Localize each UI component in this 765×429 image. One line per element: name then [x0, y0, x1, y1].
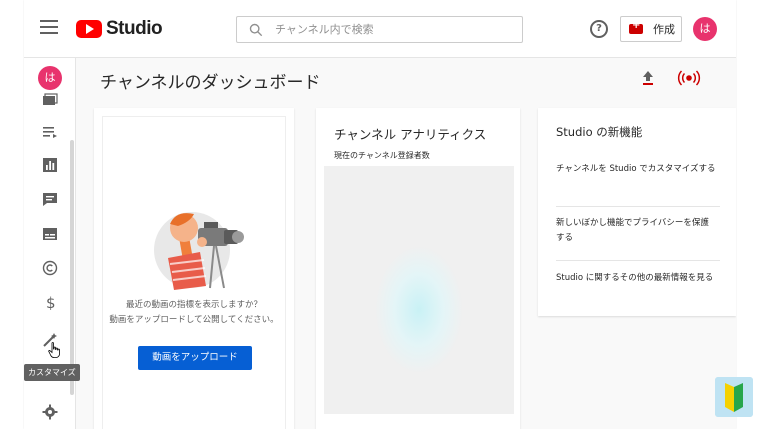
upload-prompt: 最近の動画の指標を表示しますか？ 動画をアップロードして公開してください。 [94, 298, 294, 328]
subtitles-icon[interactable] [42, 226, 58, 242]
divider [556, 206, 720, 207]
beginner-mark-icon [715, 377, 753, 417]
svg-text:$: $ [46, 294, 56, 310]
camera-operator-illustration [154, 212, 244, 290]
customize-tooltip: カスタマイズ [24, 364, 80, 381]
settings-icon[interactable] [42, 404, 58, 420]
upload-prompt-line2: 動画をアップロードして公開してください。 [109, 315, 279, 325]
account-avatar[interactable]: は [693, 17, 717, 41]
create-video-icon [629, 20, 643, 34]
sidebar: は $ カスタマイズ [24, 58, 80, 429]
top-bar: Studio ? 作成 は [24, 0, 736, 58]
create-label: 作成 [653, 23, 675, 36]
search-box[interactable] [236, 16, 523, 43]
hand-cursor-icon [48, 342, 60, 358]
monetization-icon[interactable]: $ [42, 294, 58, 310]
page-title: チャンネルのダッシュボード [100, 73, 321, 93]
screen: Studio ? 作成 は は [0, 0, 765, 429]
upload-prompt-line1: 最近の動画の指標を表示しますか？ [125, 300, 262, 310]
create-button[interactable]: 作成 [620, 16, 682, 42]
go-live-icon[interactable] [674, 66, 704, 90]
upload-video-button[interactable]: 動画をアップロード [138, 346, 252, 370]
blurred-analytics-content [324, 166, 514, 414]
analytics-title: チャンネル アナリティクス [334, 127, 487, 142]
news-title: Studio の新機能 [556, 125, 643, 139]
analytics-icon[interactable] [42, 157, 58, 173]
copyright-icon[interactable] [42, 260, 58, 276]
subscriber-count-label: 現在のチャンネル登録者数 [334, 151, 430, 160]
help-icon[interactable]: ? [590, 20, 608, 38]
channel-avatar[interactable]: は [38, 66, 62, 90]
news-item-customize[interactable]: チャンネルを Studio でカスタマイズする [556, 162, 716, 177]
news-item-more[interactable]: Studio に関するその他の最新情報を見る [556, 271, 716, 286]
news-item-blur[interactable]: 新しいぼかし機能でプライバシーを保護する [556, 216, 716, 246]
hamburger-menu-icon[interactable] [40, 20, 58, 34]
search-icon [249, 23, 263, 36]
studio-window: Studio ? 作成 は は [24, 0, 736, 429]
upload-video-card: 最近の動画の指標を表示しますか？ 動画をアップロードして公開してください。 動画… [94, 108, 294, 429]
channel-analytics-card: チャンネル アナリティクス 現在のチャンネル登録者数 [316, 108, 520, 429]
youtube-logo-icon [76, 20, 102, 38]
logo-text: Studio [106, 18, 163, 39]
studio-news-card: Studio の新機能 チャンネルを Studio でカスタマイズする 新しいぼ… [538, 108, 736, 316]
search-input[interactable] [275, 23, 505, 36]
studio-logo[interactable]: Studio [76, 18, 163, 40]
comments-icon[interactable] [42, 191, 58, 207]
sidebar-scrollbar[interactable] [70, 140, 74, 395]
divider [556, 260, 720, 261]
playlist-icon[interactable] [42, 124, 58, 140]
content-icon[interactable] [42, 92, 58, 108]
upload-icon[interactable] [636, 66, 660, 90]
